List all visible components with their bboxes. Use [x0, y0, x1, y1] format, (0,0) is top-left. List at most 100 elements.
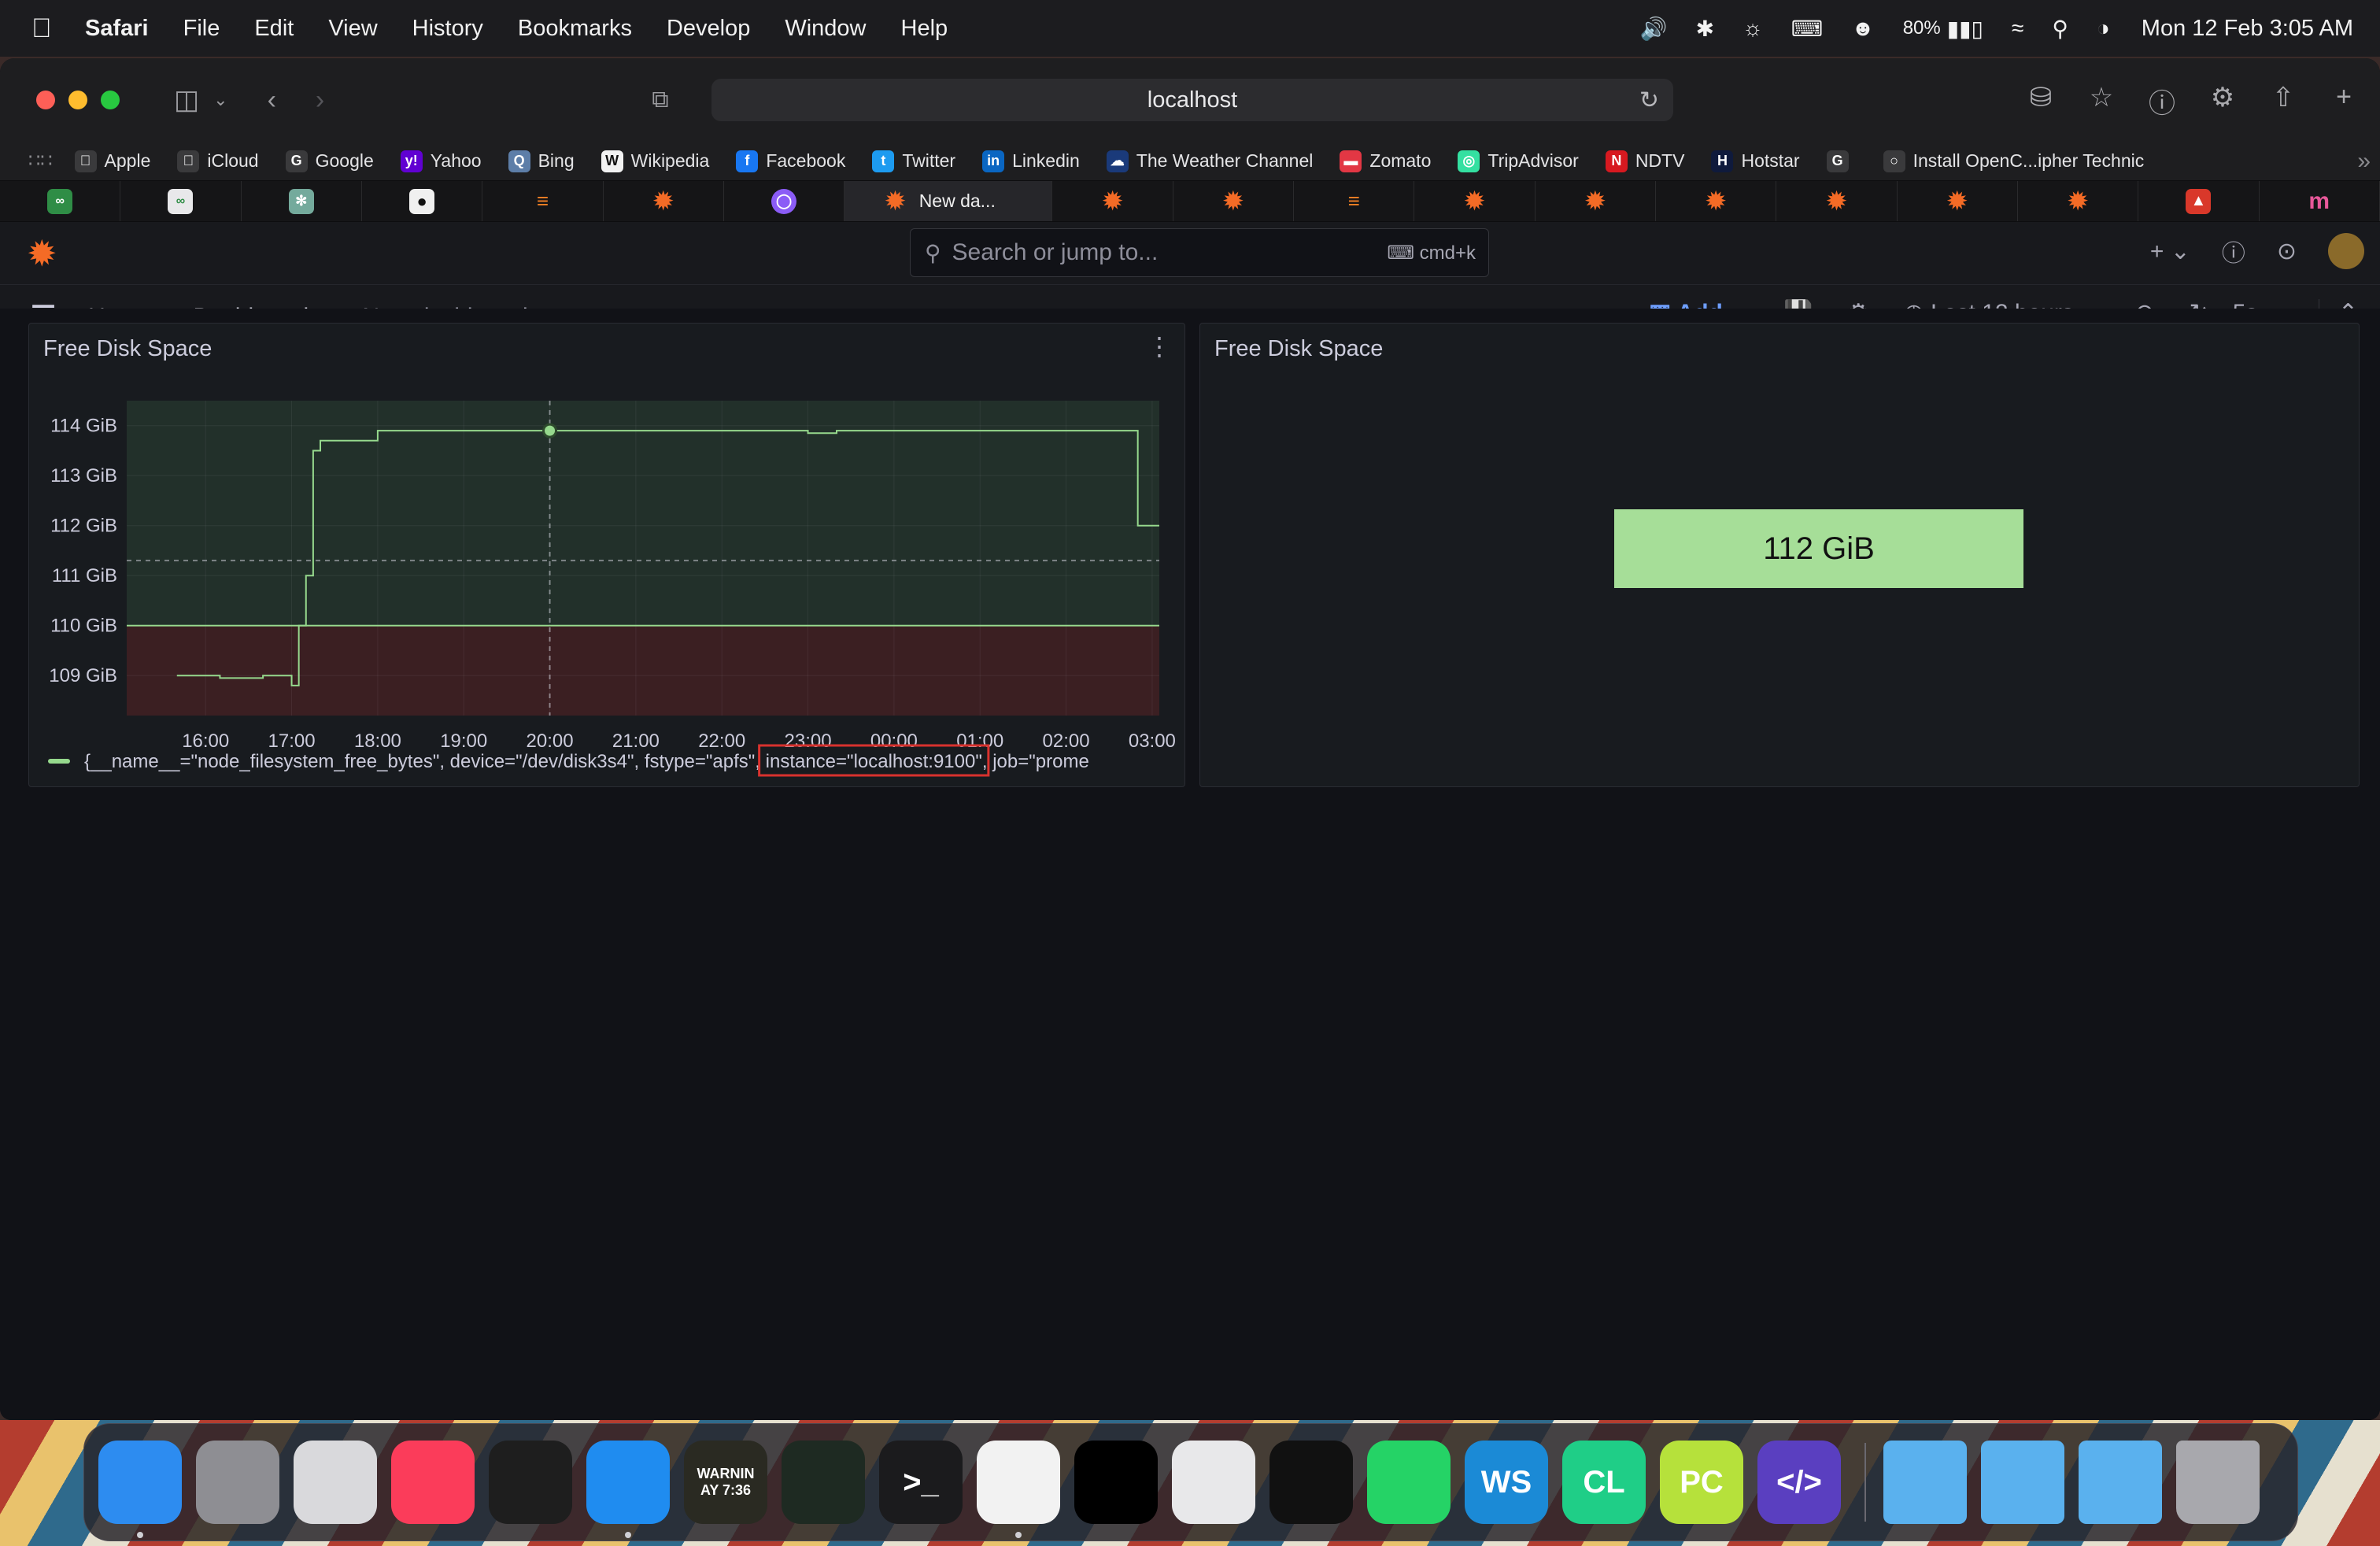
dock-devutils-icon[interactable]: </> [1757, 1441, 1841, 1524]
bookmark-ndtv[interactable]: N NDTV [1605, 150, 1684, 172]
dock-webstorm-icon[interactable]: WS [1465, 1441, 1548, 1524]
new-plus-icon[interactable]: + ⌄ [2150, 238, 2190, 265]
address-bar[interactable]: localhost ↻ [711, 79, 1673, 121]
dock-vscode-icon[interactable] [977, 1441, 1060, 1538]
search-input[interactable]: ⚲ Search or jump to... ⌨ cmd+k [910, 228, 1489, 277]
tab-proton[interactable]: ◯ [724, 181, 845, 221]
bookmark-bing[interactable]: Q Bing [508, 150, 575, 172]
tab-grafana-6[interactable]: ✹ [1656, 181, 1777, 221]
tab-grafana-2[interactable]: ✹ [1052, 181, 1173, 221]
dock-github-desktop-icon[interactable] [1074, 1441, 1158, 1524]
apple-menu-icon[interactable]:  [31, 13, 63, 44]
minimize-window-button[interactable] [68, 91, 87, 109]
help-icon[interactable]: ⓘ [2222, 234, 2245, 268]
bookmark-star-icon[interactable]: ☆ [2086, 82, 2117, 120]
dock-folder-downloads-icon[interactable] [1883, 1441, 1967, 1524]
dock-terminal-icon[interactable]: >_ [879, 1441, 963, 1524]
bookmark-hotstar[interactable]: H Hotstar [1711, 150, 1800, 172]
tab-stackoverflow-2[interactable]: ≡ [1294, 181, 1415, 221]
menu-edit[interactable]: Edit [254, 16, 294, 42]
avatar[interactable] [2328, 233, 2364, 269]
bookmark-twitter[interactable]: t Twitter [872, 150, 955, 172]
news-rss-icon[interactable]: ⊙ [2277, 238, 2297, 265]
more-bookmarks-icon[interactable]: » [2357, 148, 2371, 175]
chevron-down-icon[interactable]: ⌄ [213, 90, 227, 110]
menu-view[interactable]: View [328, 16, 377, 42]
settings-gear-icon[interactable]: ⚙ [2207, 82, 2238, 120]
bookmark-linkedin[interactable]: in Linkedin [982, 150, 1080, 172]
dock-obs-icon[interactable] [1269, 1441, 1353, 1524]
wifi-icon[interactable]: ≈ [2012, 16, 2023, 41]
dock-activity-monitor-icon[interactable] [782, 1441, 865, 1524]
bookmark-yahoo[interactable]: y! Yahoo [400, 150, 482, 172]
dock-figma-icon[interactable] [489, 1441, 572, 1524]
sidebar-toggle-icon[interactable]: ◫ [174, 84, 199, 116]
bookmark-facebook[interactable]: f Facebook [736, 150, 845, 172]
brightness-icon[interactable]: ☼ [1743, 16, 1763, 41]
tab-grafana-9[interactable]: ✹ [2018, 181, 2139, 221]
zoom-window-button[interactable] [101, 91, 120, 109]
tab-geeksforgeeks[interactable]: ∞ [0, 181, 121, 221]
tab-flame[interactable]: ▲ [2138, 181, 2260, 221]
tab-grafana-7[interactable]: ✹ [1776, 181, 1898, 221]
bookmark-google[interactable]: G Google [285, 150, 374, 172]
info-icon[interactable]: ⓘ [2146, 82, 2178, 120]
volume-icon[interactable]: 🔊 [1640, 16, 1668, 42]
dock-music-icon[interactable] [391, 1441, 475, 1524]
menu-bookmarks[interactable]: Bookmarks [518, 16, 632, 42]
menu-help[interactable]: Help [901, 16, 948, 42]
dock-folder-home-icon[interactable] [1981, 1441, 2064, 1524]
tab-grafana-4[interactable]: ✹ [1414, 181, 1536, 221]
dock-console-icon[interactable]: WARNIN AY 7:36 [684, 1441, 767, 1524]
bookmark-wikipedia[interactable]: W Wikipedia [601, 150, 709, 172]
tab-new-dashboard[interactable]: ✹ New da... [844, 181, 1053, 221]
grid-icon[interactable]: ∷∷ [28, 150, 53, 172]
menu-window[interactable]: Window [785, 16, 866, 42]
share-icon[interactable]: ⇧ [2267, 82, 2299, 120]
tab-github[interactable]: ● [362, 181, 483, 221]
dock-whatsapp-icon[interactable] [1367, 1441, 1451, 1524]
tab-geeksforgeeks-2[interactable]: ∞ [120, 181, 242, 221]
menu-file[interactable]: File [183, 16, 220, 42]
keyboard-icon[interactable]: ⌨ [1791, 16, 1823, 42]
downloads-icon[interactable]: ⛁ [2025, 82, 2057, 120]
tab-grafana-5[interactable]: ✹ [1536, 181, 1656, 221]
dock-launchpad-icon[interactable] [294, 1441, 377, 1524]
user-icon[interactable]: ☻ [1851, 16, 1874, 41]
tab-grafana-1[interactable]: ✹ [604, 181, 724, 221]
dock-pycharm-icon[interactable]: PC [1660, 1441, 1743, 1524]
bluetooth-icon[interactable]: ✱ [1696, 16, 1714, 42]
bookmark-google[interactable]: G [1826, 150, 1857, 172]
dock-trash-icon[interactable] [2176, 1441, 2260, 1524]
menu-history[interactable]: History [412, 16, 483, 42]
back-icon[interactable]: ‹ [268, 85, 276, 116]
grafana-logo-icon[interactable]: ✹ [27, 235, 57, 272]
control-center-icon[interactable]: ◑ [2097, 16, 2110, 41]
close-window-button[interactable] [36, 91, 55, 109]
battery-icon[interactable]: ▮▮▯ [1947, 16, 1983, 42]
menu-develop[interactable]: Develop [667, 16, 750, 42]
tab-chatgpt[interactable]: ✻ [242, 181, 362, 221]
bookmark-zomato[interactable]: ▬ Zomato [1340, 150, 1431, 172]
bookmark-the-weather-channel[interactable]: ☁ The Weather Channel [1106, 150, 1313, 172]
bookmark-tripadvisor[interactable]: ◎ TripAdvisor [1458, 150, 1579, 172]
dock-finder-icon[interactable] [98, 1441, 182, 1538]
menu-safari[interactable]: Safari [85, 16, 149, 42]
dock-clion-icon[interactable]: CL [1562, 1441, 1646, 1524]
dock-folder-applications-icon[interactable] [2079, 1441, 2162, 1524]
dock-preview-icon[interactable] [1172, 1441, 1255, 1524]
tab-medium[interactable]: m [2260, 181, 2380, 221]
menubar-clock[interactable]: Mon 12 Feb 3:05 AM [2142, 16, 2353, 42]
tab-grafana-3[interactable]: ✹ [1173, 181, 1295, 221]
tab-stackoverflow[interactable]: ≡ [482, 181, 604, 221]
bookmark-install-openc-ipher-technic[interactable]: ○ Install OpenC...ipher Technic [1883, 150, 2144, 172]
tab-grafana-8[interactable]: ✹ [1898, 181, 2018, 221]
dock-safari-icon[interactable] [586, 1441, 670, 1538]
bookmark-apple[interactable]:  Apple [74, 150, 150, 172]
reload-icon[interactable]: ↻ [1639, 87, 1659, 114]
new-tab-icon[interactable]: + [2328, 82, 2360, 120]
bookmark-icloud[interactable]:  iCloud [177, 150, 259, 172]
dock-system-settings-icon[interactable] [196, 1441, 279, 1524]
search-icon[interactable]: ⚲ [2052, 16, 2068, 42]
forward-icon[interactable]: › [316, 85, 324, 116]
